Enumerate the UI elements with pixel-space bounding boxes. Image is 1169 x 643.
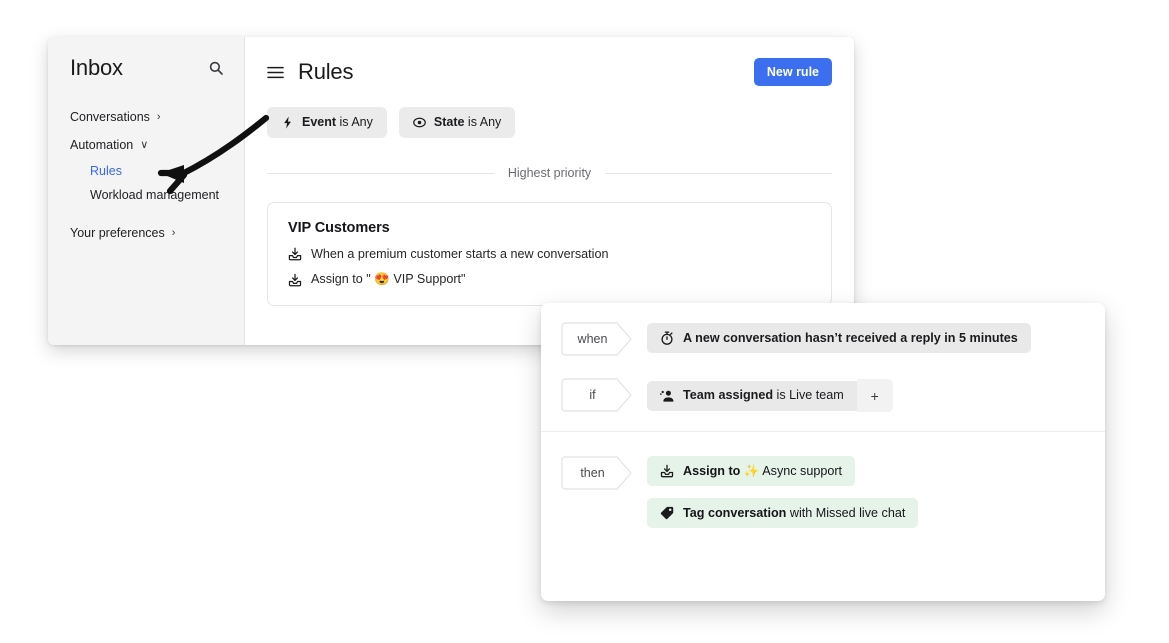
filter-chip-event[interactable]: Event is Any <box>267 107 387 138</box>
sidebar-item-workload-management[interactable]: Workload management <box>90 183 226 207</box>
clause-row-when: when A new conversation hasn’t received … <box>561 322 1085 356</box>
page-title-group: Rules <box>267 59 353 85</box>
sidebar-subnav: Rules Workload management <box>70 159 226 207</box>
clause-tag-when: when <box>561 322 633 356</box>
main-content: Rules New rule Event is Any State is Any… <box>245 37 854 345</box>
chevron-right-icon: › <box>156 110 161 123</box>
screenshot-stage: Inbox Conversations › Automation ∨ Rules… <box>0 0 1169 643</box>
rule-card-title: VIP Customers <box>288 220 390 236</box>
token-if-condition[interactable]: Team assigned is Live team <box>647 380 857 411</box>
rule-trigger-text: When a premium customer starts a new con… <box>311 247 609 261</box>
stopwatch-icon <box>660 331 674 345</box>
token-label: Tag conversation with Missed live chat <box>683 505 906 520</box>
lightning-bolt-icon <box>281 116 294 129</box>
divider-line-right <box>605 172 832 174</box>
token-label: Team assigned is Live team <box>683 388 844 403</box>
sidebar: Inbox Conversations › Automation ∨ Rules… <box>48 37 245 345</box>
sidebar-nav: Conversations › Automation ∨ Rules Workl… <box>48 103 244 247</box>
app-window: Inbox Conversations › Automation ∨ Rules… <box>48 37 854 345</box>
divider-label: Highest priority <box>507 166 592 180</box>
content-header: Rules New rule <box>267 55 832 89</box>
sidebar-item-label: Automation <box>70 138 134 152</box>
token-label: Assign to ✨ Async support <box>683 463 843 478</box>
rule-editor-panel: when A new conversation hasn’t received … <box>541 303 1105 601</box>
sidebar-item-your-preferences[interactable]: Your preferences › <box>70 219 226 247</box>
rule-action-text: Assign to " 😍 VIP Support" <box>311 272 466 286</box>
token-action-assign[interactable]: Assign to ✨ Async support <box>647 456 856 486</box>
filter-chip-label: State is Any <box>433 115 502 130</box>
assign-arrow-icon <box>660 464 674 478</box>
hamburger-icon[interactable] <box>267 66 284 79</box>
clause-tag-label: when <box>577 331 608 346</box>
sidebar-item-conversations[interactable]: Conversations › <box>70 103 226 131</box>
clause-body-if: Team assigned is Live team + <box>647 378 1085 412</box>
clause-tag-label: if <box>589 387 596 402</box>
clause-row-if: if Team assigned is Live team + <box>561 378 1085 412</box>
sparkles-emoji: ✨ <box>743 463 760 478</box>
clause-body-when: A new conversation hasn’t received a rep… <box>647 322 1085 353</box>
sidebar-item-label: Rules <box>90 164 122 178</box>
editor-conditions-section: when A new conversation hasn’t received … <box>541 303 1105 431</box>
filter-chip-label: Event is Any <box>302 115 373 130</box>
tag-icon <box>660 506 674 520</box>
priority-divider: Highest priority <box>267 166 832 180</box>
sidebar-item-rules[interactable]: Rules <box>90 159 226 183</box>
sidebar-item-label: Conversations <box>70 110 150 124</box>
rule-trigger-line: When a premium customer starts a new con… <box>288 247 811 261</box>
new-rule-button[interactable]: New rule <box>753 57 832 87</box>
clause-tag-if: if <box>561 378 633 412</box>
sidebar-header: Inbox <box>48 37 244 81</box>
sidebar-item-label: Your preferences <box>70 226 165 240</box>
clause-row-then: then Assign to ✨ Async support Tag conve… <box>561 456 1085 528</box>
token-action-tag[interactable]: Tag conversation with Missed live chat <box>647 498 919 528</box>
rule-card-vip-customers[interactable]: VIP Customers When a premium customer st… <box>267 202 832 306</box>
token-label: A new conversation hasn’t received a rep… <box>683 330 1018 345</box>
clause-tag-label: then <box>580 465 605 480</box>
page-title: Rules <box>298 59 354 84</box>
divider-line-left <box>267 172 494 174</box>
sidebar-title: Inbox <box>70 55 123 80</box>
clause-tag-then: then <box>561 456 633 490</box>
heart-eyes-emoji: 😍 <box>374 272 390 286</box>
editor-actions-section: then Assign to ✨ Async support Tag conve… <box>541 431 1105 547</box>
token-when-trigger[interactable]: A new conversation hasn’t received a rep… <box>647 323 1031 353</box>
inbox-arrow-icon <box>288 247 302 261</box>
search-icon[interactable] <box>208 60 224 76</box>
sidebar-item-label: Workload management <box>90 188 220 202</box>
assign-arrow-icon <box>288 273 302 287</box>
rule-action-line: Assign to " 😍 VIP Support" <box>288 272 811 287</box>
filter-chip-state[interactable]: State is Any <box>398 107 516 138</box>
team-icon <box>660 389 674 403</box>
chevron-down-icon: ∨ <box>140 138 149 151</box>
sidebar-item-automation[interactable]: Automation ∨ <box>70 131 226 159</box>
clause-body-then: Assign to ✨ Async support Tag conversati… <box>647 456 1085 528</box>
circle-dot-icon <box>413 116 426 129</box>
add-condition-button[interactable]: + <box>856 379 893 412</box>
filter-bar: Event is Any State is Any <box>267 107 832 138</box>
chevron-right-icon: › <box>171 226 176 239</box>
